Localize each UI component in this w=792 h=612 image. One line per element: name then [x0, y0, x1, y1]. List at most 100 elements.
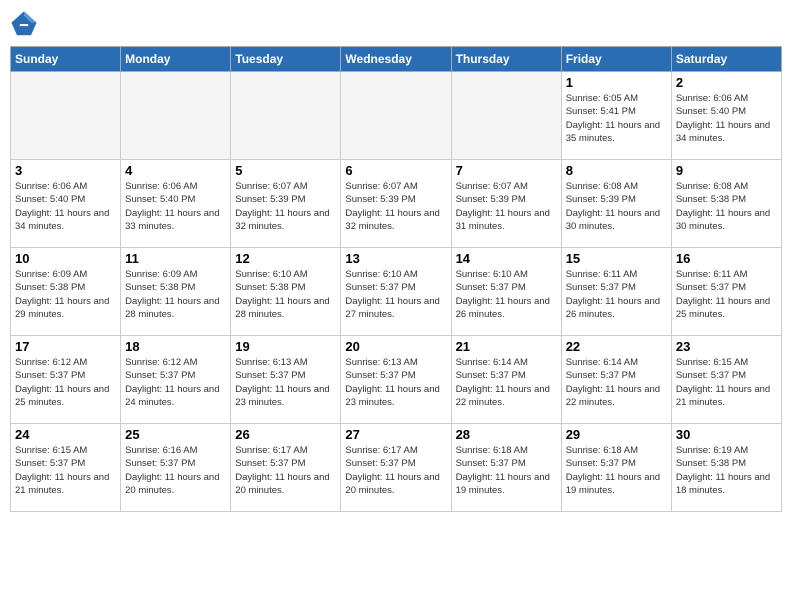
calendar-cell: 3Sunrise: 6:06 AMSunset: 5:40 PMDaylight… [11, 160, 121, 248]
day-number: 13 [345, 251, 446, 266]
day-number: 6 [345, 163, 446, 178]
day-number: 21 [456, 339, 557, 354]
day-number: 9 [676, 163, 777, 178]
day-number: 16 [676, 251, 777, 266]
day-info: Sunrise: 6:18 AMSunset: 5:37 PMDaylight:… [566, 444, 667, 497]
calendar-cell [341, 72, 451, 160]
header-thursday: Thursday [451, 47, 561, 72]
day-number: 19 [235, 339, 336, 354]
calendar-cell: 20 Sunrise: 6:13 AMSunset: 5:37 PMDayligh… [341, 336, 451, 424]
calendar-table: SundayMondayTuesdayWednesdayThursdayFrid… [10, 46, 782, 512]
day-info: Sunrise: 6:11 AMSunset: 5:37 PMDaylight:… [566, 268, 667, 321]
calendar-cell: 28 Sunrise: 6:18 AMSunset: 5:37 PMDayligh… [451, 424, 561, 512]
header-sunday: Sunday [11, 47, 121, 72]
calendar-cell: 22Sunrise: 6:14 AMSunset: 5:37 PMDayligh… [561, 336, 671, 424]
day-info: Sunrise: 6:15 AMSunset: 5:37 PMDaylight:… [15, 444, 116, 497]
day-info: Sunrise: 6:15 AMSunset: 5:37 PMDaylight:… [676, 356, 777, 409]
calendar-cell [11, 72, 121, 160]
header-row: SundayMondayTuesdayWednesdayThursdayFrid… [11, 47, 782, 72]
day-number: 28 [456, 427, 557, 442]
day-number: 17 [15, 339, 116, 354]
day-info: Sunrise: 6:05 AMSunset: 5:41 PMDaylight:… [566, 92, 667, 145]
calendar-cell: 10 Sunrise: 6:09 AMSunset: 5:38 PMDayligh… [11, 248, 121, 336]
day-info: Sunrise: 6:13 AMSunset: 5:37 PMDaylight:… [235, 356, 336, 409]
calendar-cell: 2 Sunrise: 6:06 AMSunset: 5:40 PMDaylight… [671, 72, 781, 160]
day-info: Sunrise: 6:07 AMSunset: 5:39 PMDaylight:… [456, 180, 557, 233]
day-info: Sunrise: 6:12 AMSunset: 5:37 PMDaylight:… [15, 356, 116, 409]
day-info: Sunrise: 6:07 AMSunset: 5:39 PMDaylight:… [235, 180, 336, 233]
day-info: Sunrise: 6:11 AMSunset: 5:37 PMDaylight:… [676, 268, 777, 321]
day-info: Sunrise: 6:17 AMSunset: 5:37 PMDaylight:… [345, 444, 446, 497]
calendar-cell: 6 Sunrise: 6:07 AMSunset: 5:39 PMDaylight… [341, 160, 451, 248]
calendar-cell: 26Sunrise: 6:17 AMSunset: 5:37 PMDayligh… [231, 424, 341, 512]
day-number: 12 [235, 251, 336, 266]
day-info: Sunrise: 6:10 AMSunset: 5:37 PMDaylight:… [456, 268, 557, 321]
day-info: Sunrise: 6:08 AMSunset: 5:38 PMDaylight:… [676, 180, 777, 233]
day-info: Sunrise: 6:18 AMSunset: 5:37 PMDaylight:… [456, 444, 557, 497]
page-header [10, 10, 782, 38]
calendar-cell: 30Sunrise: 6:19 AMSunset: 5:38 PMDayligh… [671, 424, 781, 512]
day-number: 5 [235, 163, 336, 178]
header-monday: Monday [121, 47, 231, 72]
day-number: 25 [125, 427, 226, 442]
day-info: Sunrise: 6:14 AMSunset: 5:37 PMDaylight:… [456, 356, 557, 409]
day-info: Sunrise: 6:10 AMSunset: 5:37 PMDaylight:… [345, 268, 446, 321]
day-number: 7 [456, 163, 557, 178]
calendar-cell: 16 Sunrise: 6:11 AMSunset: 5:37 PMDayligh… [671, 248, 781, 336]
day-info: Sunrise: 6:16 AMSunset: 5:37 PMDaylight:… [125, 444, 226, 497]
header-wednesday: Wednesday [341, 47, 451, 72]
calendar-cell: 23 Sunrise: 6:15 AMSunset: 5:37 PMDayligh… [671, 336, 781, 424]
calendar-cell: 13 Sunrise: 6:10 AMSunset: 5:37 PMDayligh… [341, 248, 451, 336]
day-number: 2 [676, 75, 777, 90]
day-number: 14 [456, 251, 557, 266]
calendar-cell: 29Sunrise: 6:18 AMSunset: 5:37 PMDayligh… [561, 424, 671, 512]
calendar-cell: 4Sunrise: 6:06 AMSunset: 5:40 PMDaylight… [121, 160, 231, 248]
day-number: 10 [15, 251, 116, 266]
calendar-cell: 17 Sunrise: 6:12 AMSunset: 5:37 PMDayligh… [11, 336, 121, 424]
logo [10, 10, 42, 38]
day-info: Sunrise: 6:06 AMSunset: 5:40 PMDaylight:… [15, 180, 116, 233]
calendar-cell: 27 Sunrise: 6:17 AMSunset: 5:37 PMDayligh… [341, 424, 451, 512]
day-info: Sunrise: 6:13 AMSunset: 5:37 PMDaylight:… [345, 356, 446, 409]
header-saturday: Saturday [671, 47, 781, 72]
calendar-cell: 24 Sunrise: 6:15 AMSunset: 5:37 PMDayligh… [11, 424, 121, 512]
calendar-cell [121, 72, 231, 160]
calendar-header: SundayMondayTuesdayWednesdayThursdayFrid… [11, 47, 782, 72]
day-number: 8 [566, 163, 667, 178]
day-number: 26 [235, 427, 336, 442]
calendar-cell: 5 Sunrise: 6:07 AMSunset: 5:39 PMDaylight… [231, 160, 341, 248]
day-info: Sunrise: 6:09 AMSunset: 5:38 PMDaylight:… [125, 268, 226, 321]
calendar-cell: 1 Sunrise: 6:05 AMSunset: 5:41 PMDaylight… [561, 72, 671, 160]
calendar-cell: 15 Sunrise: 6:11 AMSunset: 5:37 PMDayligh… [561, 248, 671, 336]
week-row-1: 3Sunrise: 6:06 AMSunset: 5:40 PMDaylight… [11, 160, 782, 248]
day-info: Sunrise: 6:19 AMSunset: 5:38 PMDaylight:… [676, 444, 777, 497]
week-row-2: 10 Sunrise: 6:09 AMSunset: 5:38 PMDayligh… [11, 248, 782, 336]
week-row-3: 17 Sunrise: 6:12 AMSunset: 5:37 PMDayligh… [11, 336, 782, 424]
calendar-cell [231, 72, 341, 160]
day-info: Sunrise: 6:06 AMSunset: 5:40 PMDaylight:… [125, 180, 226, 233]
day-number: 23 [676, 339, 777, 354]
day-info: Sunrise: 6:07 AMSunset: 5:39 PMDaylight:… [345, 180, 446, 233]
calendar-cell: 25 Sunrise: 6:16 AMSunset: 5:37 PMDayligh… [121, 424, 231, 512]
calendar-cell: 9 Sunrise: 6:08 AMSunset: 5:38 PMDaylight… [671, 160, 781, 248]
day-number: 24 [15, 427, 116, 442]
calendar-cell: 11 Sunrise: 6:09 AMSunset: 5:38 PMDayligh… [121, 248, 231, 336]
calendar-cell: 19 Sunrise: 6:13 AMSunset: 5:37 PMDayligh… [231, 336, 341, 424]
calendar-cell: 12Sunrise: 6:10 AMSunset: 5:38 PMDayligh… [231, 248, 341, 336]
day-info: Sunrise: 6:08 AMSunset: 5:39 PMDaylight:… [566, 180, 667, 233]
day-number: 1 [566, 75, 667, 90]
day-number: 27 [345, 427, 446, 442]
day-number: 15 [566, 251, 667, 266]
day-number: 18 [125, 339, 226, 354]
logo-icon [10, 10, 38, 38]
day-number: 11 [125, 251, 226, 266]
week-row-0: 1 Sunrise: 6:05 AMSunset: 5:41 PMDaylight… [11, 72, 782, 160]
day-info: Sunrise: 6:14 AMSunset: 5:37 PMDaylight:… [566, 356, 667, 409]
day-number: 20 [345, 339, 446, 354]
day-info: Sunrise: 6:09 AMSunset: 5:38 PMDaylight:… [15, 268, 116, 321]
week-row-4: 24 Sunrise: 6:15 AMSunset: 5:37 PMDayligh… [11, 424, 782, 512]
day-info: Sunrise: 6:06 AMSunset: 5:40 PMDaylight:… [676, 92, 777, 145]
calendar-cell: 8 Sunrise: 6:08 AMSunset: 5:39 PMDaylight… [561, 160, 671, 248]
header-tuesday: Tuesday [231, 47, 341, 72]
calendar-cell [451, 72, 561, 160]
